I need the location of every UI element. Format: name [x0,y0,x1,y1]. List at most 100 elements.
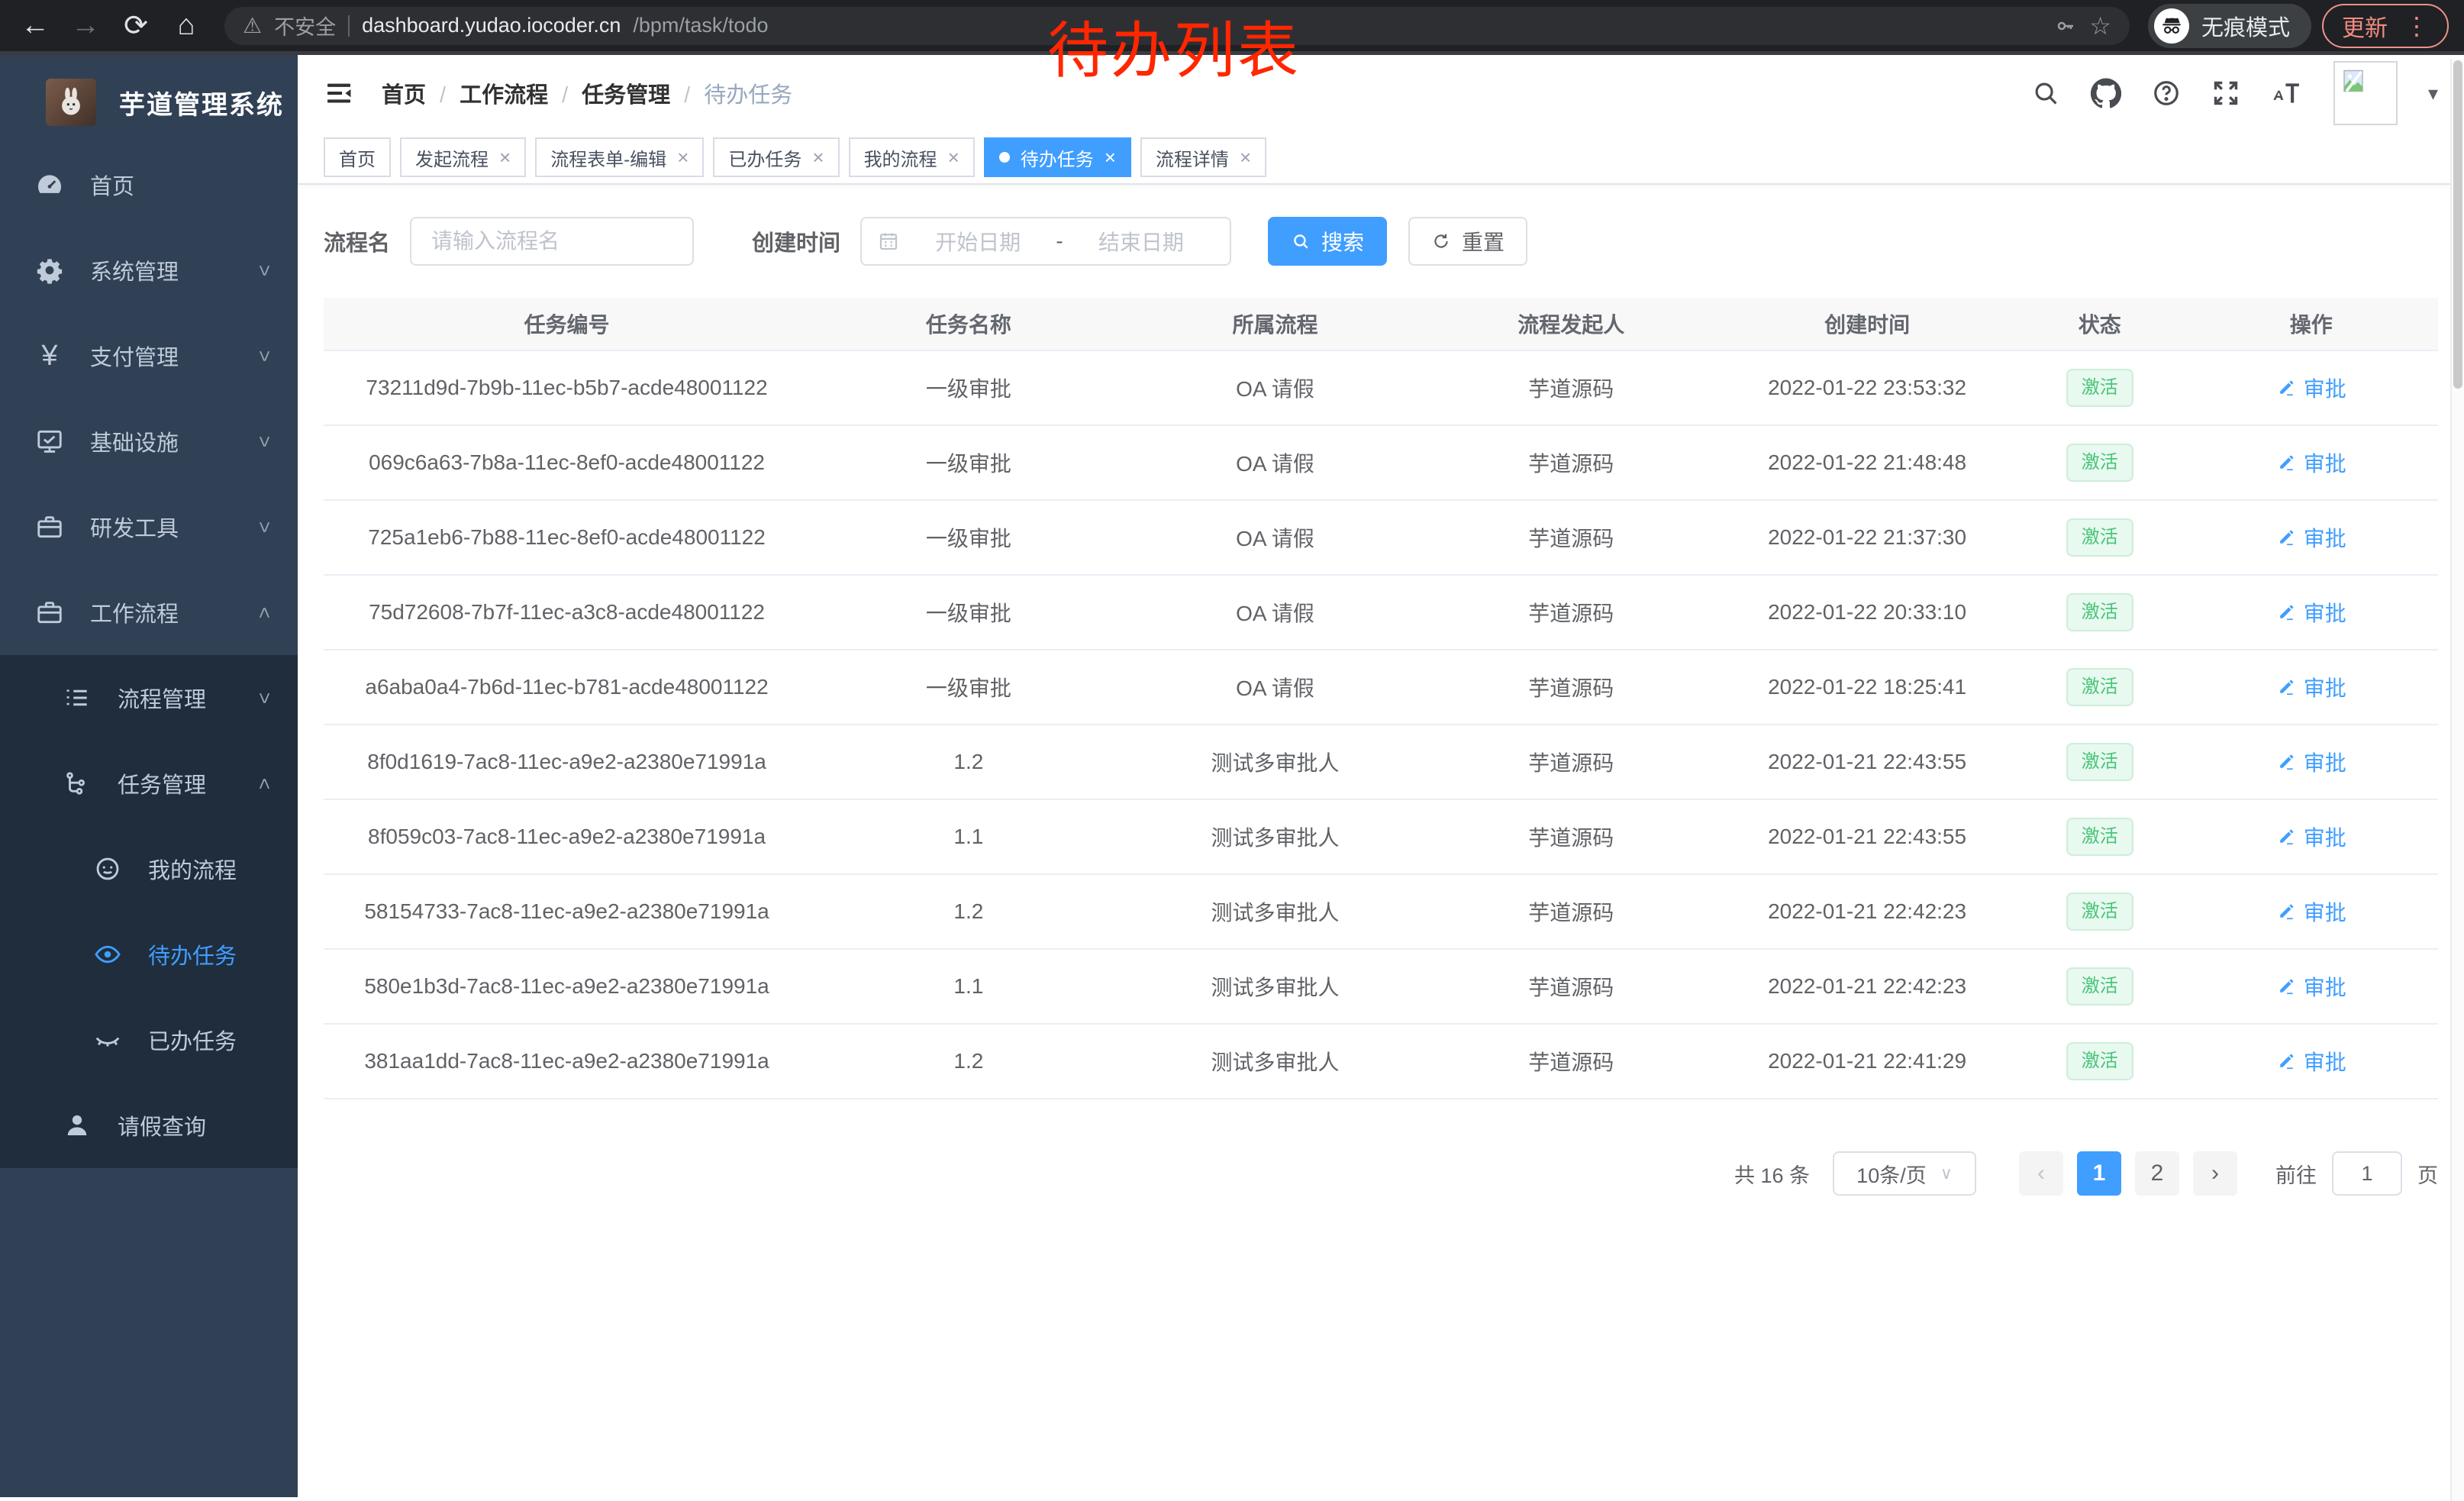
eye-icon [90,940,125,969]
table-header: 任务编号任务名称所属流程流程发起人创建时间状态操作 [324,298,2438,351]
tab-close-icon[interactable]: × [812,146,824,169]
tab[interactable]: 流程详情 × [1140,137,1266,177]
avatar-caret-icon[interactable]: ▾ [2428,82,2438,105]
sidebar-item-leave-query[interactable]: 请假查询 [0,1083,298,1168]
goto-page-input[interactable] [2332,1151,2402,1196]
key-icon[interactable] [2054,15,2077,37]
sidebar-item-my-process[interactable]: 我的流程 [0,826,298,912]
warning-icon[interactable]: ⚠ [243,13,262,38]
browser-update-button[interactable]: 更新 ⋮ [2322,4,2449,48]
approve-link[interactable]: 审批 [2276,672,2346,702]
help-icon[interactable] [2152,79,2181,108]
approve-link[interactable]: 审批 [2276,1046,2346,1077]
sidebar-item-devtools[interactable]: 研发工具 > [0,484,298,570]
search-button[interactable]: 搜索 [1268,217,1387,266]
reset-button[interactable]: 重置 [1408,217,1527,266]
browser-menu-icon[interactable]: ⋮ [2404,11,2429,40]
chevron-icon: > [253,521,276,532]
date-range-picker[interactable]: 开始日期 - 结束日期 [860,217,1231,266]
select-caret-icon: ∨ [1940,1164,1953,1183]
page-size-select[interactable]: 10条/页 ∨ [1833,1151,1976,1196]
avatar[interactable] [2333,61,2398,125]
reload-icon[interactable]: ⟳ [116,8,156,43]
cell-task-id: 75d72608-7b7f-11ec-a3c8-acde48001122 [324,600,810,625]
forward-icon[interactable]: → [66,9,105,42]
column-header: 流程发起人 [1423,308,1719,339]
tab-close-icon[interactable]: × [948,146,959,169]
tab[interactable]: 首页 [324,137,391,177]
prev-page-button[interactable]: ‹ [2019,1151,2063,1196]
cell-task-id: a6aba0a4-7b6d-11ec-b781-acde48001122 [324,675,810,699]
breadcrumb-item[interactable]: 工作流程 [460,77,582,109]
cell-task-id: 580e1b3d-7ac8-11ec-a9e2-a2380e71991a [324,974,810,999]
fullscreen-icon[interactable] [2211,79,2240,108]
flow-icon [60,769,95,798]
table-row[interactable]: 381aa1dd-7ac8-11ec-a9e2-a2380e71991a 1.2… [324,1025,2438,1099]
tab-close-icon[interactable]: × [1105,146,1116,169]
breadcrumb-item[interactable]: 待办任务 [704,77,792,109]
app-title: 芋道管理系统 [119,84,284,121]
sidebar-item-task-mgmt[interactable]: 任务管理 > [0,741,298,826]
page-scrollbar[interactable] [2450,59,2464,1501]
approve-link[interactable]: 审批 [2276,822,2346,852]
sidebar-item-home[interactable]: 首页 [0,142,298,228]
navbar-actions: ▾ [2031,61,2438,125]
breadcrumb-item[interactable]: 首页 [382,77,460,109]
cell-initiator: 芋道源码 [1423,747,1719,777]
column-header: 任务名称 [810,308,1127,339]
back-icon[interactable]: ← [15,9,55,42]
next-page-button[interactable]: › [2193,1151,2237,1196]
table-row[interactable]: a6aba0a4-7b6d-11ec-b781-acde48001122 一级审… [324,650,2438,725]
annotation-text: 待办列表 [1047,2,1301,90]
table-row[interactable]: 73211d9d-7b9b-11ec-b5b7-acde48001122 一级审… [324,351,2438,426]
sidebar-item-system[interactable]: 系统管理 > [0,228,298,313]
sidebar-item-payment[interactable]: ¥ 支付管理 > [0,313,298,399]
page-button-2[interactable]: 2 [2135,1151,2179,1196]
tab[interactable]: 已办任务 × [713,137,839,177]
tab[interactable]: 我的流程 × [849,137,975,177]
approve-link[interactable]: 审批 [2276,522,2346,553]
tab-close-icon[interactable]: × [677,146,689,169]
sidebar-fold-icon[interactable] [324,78,354,108]
pagination: 共 16 条 10条/页 ∨ ‹ 1 2 › 前往 页 [324,1151,2438,1196]
tab-close-icon[interactable]: × [499,146,511,169]
app-logo[interactable]: 芋道管理系统 [0,55,298,131]
tab-label: 流程表单-编辑 [550,144,666,171]
table-row[interactable]: 75d72608-7b7f-11ec-a3c8-acde48001122 一级审… [324,576,2438,650]
approve-link[interactable]: 审批 [2276,747,2346,777]
chevron-icon: > [253,350,276,361]
sidebar-item-todo-task[interactable]: 待办任务 [0,912,298,997]
sidebar-item-done-task[interactable]: 已办任务 [0,997,298,1083]
main-area: 首页 工作流程 任务管理 待办任务 [298,55,2464,1497]
search-icon[interactable] [2031,79,2060,108]
approve-link[interactable]: 审批 [2276,373,2346,403]
sidebar-item-process-mgmt[interactable]: 流程管理 > [0,655,298,741]
approve-link[interactable]: 审批 [2276,597,2346,628]
approve-link[interactable]: 审批 [2276,896,2346,927]
table-row[interactable]: 58154733-7ac8-11ec-a9e2-a2380e71991a 1.2… [324,875,2438,950]
approve-link[interactable]: 审批 [2276,971,2346,1002]
table-row[interactable]: 069c6a63-7b8a-11ec-8ef0-acde48001122 一级审… [324,426,2438,501]
page-button-1[interactable]: 1 [2077,1151,2121,1196]
list-tree-icon [60,683,95,712]
tab-close-icon[interactable]: × [1240,146,1251,169]
home-icon[interactable]: ⌂ [166,9,206,42]
table-row[interactable]: 8f059c03-7ac8-11ec-a9e2-a2380e71991a 1.1… [324,800,2438,875]
search-button-label: 搜索 [1321,226,1364,257]
tab[interactable]: 发起流程 × [400,137,526,177]
tab-label: 首页 [339,144,376,171]
scrollbar-thumb[interactable] [2453,60,2462,389]
tab[interactable]: 待办任务 × [984,137,1131,177]
process-name-input[interactable] [410,217,694,266]
bookmark-star-icon[interactable]: ☆ [2089,11,2111,40]
sidebar-item-infra[interactable]: 基础设施 > [0,399,298,484]
table-row[interactable]: 580e1b3d-7ac8-11ec-a9e2-a2380e71991a 1.1… [324,950,2438,1025]
github-icon[interactable] [2091,78,2121,108]
table-row[interactable]: 725a1eb6-7b88-11ec-8ef0-acde48001122 一级审… [324,501,2438,576]
table-row[interactable]: 8f0d1619-7ac8-11ec-a9e2-a2380e71991a 1.2… [324,725,2438,800]
approve-link[interactable]: 审批 [2276,447,2346,478]
breadcrumb-item[interactable]: 任务管理 [582,77,704,109]
tab[interactable]: 流程表单-编辑 × [535,137,704,177]
sidebar-item-workflow[interactable]: 工作流程 > [0,570,298,655]
font-size-icon[interactable] [2271,79,2303,108]
